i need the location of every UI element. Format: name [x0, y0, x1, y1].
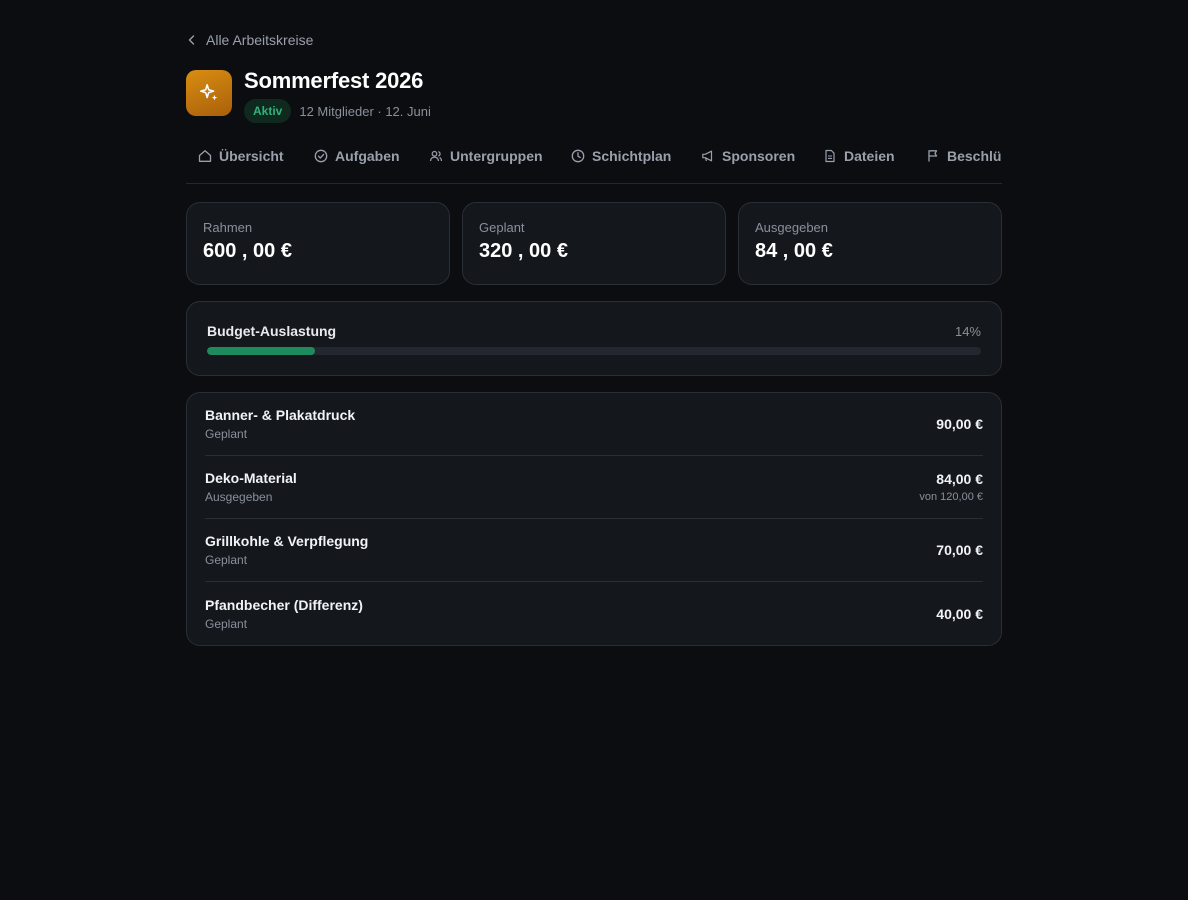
card-value: 320 , 00 €: [479, 240, 568, 262]
card-value: 600 , 00 €: [203, 240, 292, 262]
list-item[interactable]: Deko-Material Ausgegeben 84,00 € von 120…: [205, 456, 983, 519]
tab-label: Übersicht: [219, 148, 284, 164]
check-circle-icon: [314, 149, 328, 163]
back-link[interactable]: Alle Arbeitskreise: [186, 32, 313, 48]
tab-label: Sponsoren: [722, 148, 796, 164]
item-status: Geplant: [205, 616, 248, 631]
card-label: Geplant: [479, 220, 525, 235]
app-icon: [186, 70, 232, 116]
item-name: Pfandbecher (Differenz): [205, 596, 363, 613]
tab-aufgaben[interactable]: Aufgaben: [314, 148, 400, 164]
list-item[interactable]: Grillkohle & Verpflegung Geplant 70,00 €: [205, 519, 983, 582]
flag-icon: [928, 150, 938, 162]
item-status: Geplant: [205, 427, 248, 441]
progress-bar-fill: [207, 347, 316, 355]
item-name: Banner- & Plakatdruck: [205, 407, 356, 423]
clock-icon: [571, 149, 585, 163]
tab-untergruppen[interactable]: Untergruppen: [429, 148, 543, 164]
progress-bar: [207, 347, 981, 355]
tab-label: Aufgaben: [335, 148, 400, 164]
document-icon: [825, 149, 835, 163]
sparkles-icon: [199, 83, 218, 101]
list-item[interactable]: Pfandbecher (Differenz) Geplant 40,00 €: [205, 582, 983, 645]
home-icon: [198, 150, 212, 162]
item-amount: 84,00 €: [936, 471, 983, 487]
tab-label: Untergruppen: [450, 148, 543, 164]
tab-schichtplan[interactable]: Schichtplan: [571, 148, 671, 164]
card-value: 84 , 00 €: [755, 240, 833, 262]
budget-utilization: Budget-Auslastung 14%: [186, 301, 1002, 376]
item-name: Deko-Material: [205, 470, 297, 486]
list-item[interactable]: Banner- & Plakatdruck Geplant 90,00 €: [205, 393, 983, 456]
tab-beschluesse[interactable]: Beschlüsse: [926, 148, 1002, 164]
users-icon: [429, 150, 443, 162]
item-amount: 90,00 €: [936, 416, 983, 432]
item-budget-limit: von 120,00 €: [919, 491, 983, 503]
megaphone-icon: [702, 150, 713, 162]
item-amount: 70,00 €: [936, 542, 983, 558]
tab-sponsoren[interactable]: Sponsoren: [701, 148, 795, 164]
budget-items-list: Banner- & Plakatdruck Geplant 90,00 € De…: [186, 392, 1002, 646]
budget-percent: 14%: [954, 323, 981, 339]
page-header: Sommerfest 2026 Aktiv 12 Mitglieder · 12…: [186, 70, 431, 123]
card-label: Ausgegeben: [755, 220, 829, 235]
item-name: Grillkohle & Verpflegung: [205, 533, 369, 549]
summary-card-ausgegeben: Ausgegeben 84 , 00 €: [738, 202, 1002, 285]
back-link-label: Alle Arbeitskreise: [206, 32, 314, 48]
status-badge: Aktiv: [244, 99, 292, 123]
meta-info: 12 Mitglieder · 12. Juni: [299, 103, 431, 119]
page-title: Sommerfest 2026: [244, 68, 424, 93]
item-amount: 40,00 €: [936, 605, 983, 622]
card-label: Rahmen: [203, 220, 253, 235]
summary-card-rahmen: Rahmen 600 , 00 €: [186, 202, 450, 285]
budget-label: Budget-Auslastung: [207, 323, 337, 339]
item-status: Geplant: [205, 553, 248, 567]
tab-uebersicht[interactable]: Übersicht: [198, 148, 284, 164]
summary-card-geplant: Geplant 320 , 00 €: [462, 202, 726, 285]
chevron-left-icon: [188, 35, 195, 45]
tab-label: Schichtplan: [592, 148, 672, 164]
tab-dateien[interactable]: Dateien: [823, 148, 895, 164]
item-status: Ausgegeben: [205, 490, 273, 504]
tab-bar: Übersicht Aufgaben Untergruppen Schichtp…: [186, 137, 1002, 184]
tab-label: Beschlüsse: [947, 148, 1002, 164]
summary-cards: Rahmen 600 , 00 € Geplant 320 , 00 € Aus…: [186, 202, 1002, 285]
tab-label: Dateien: [844, 148, 895, 164]
